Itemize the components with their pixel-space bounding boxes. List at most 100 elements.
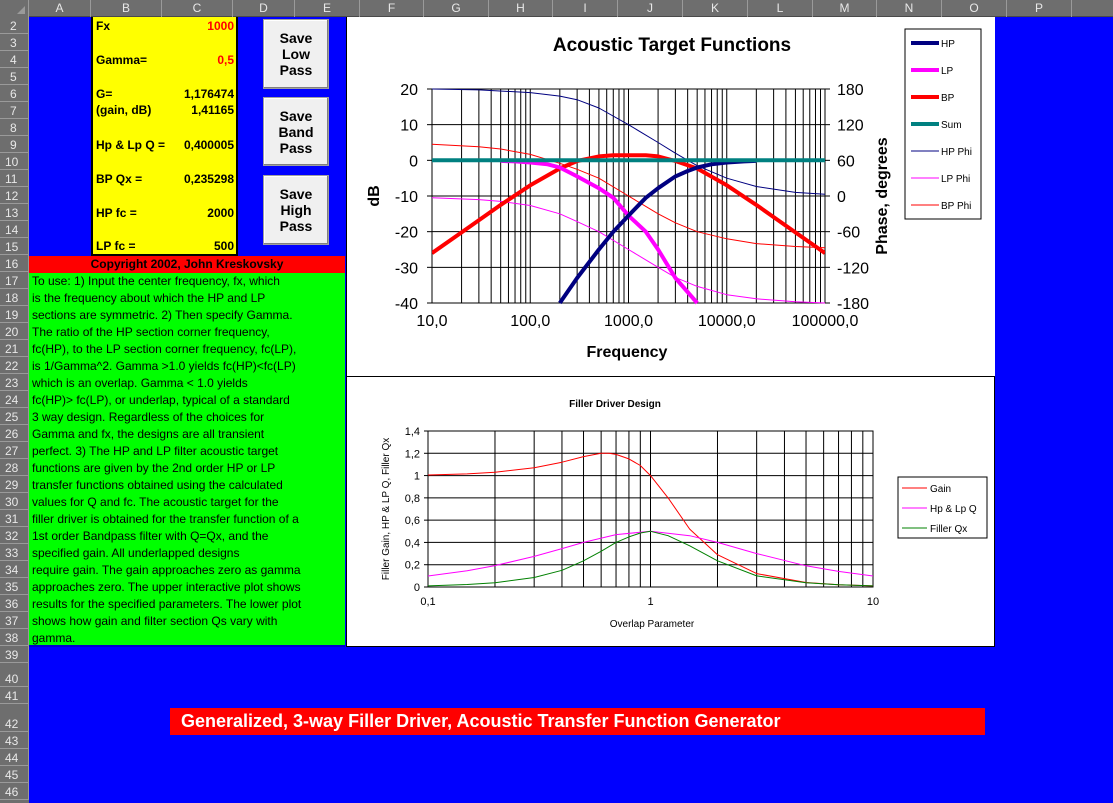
row-header-19[interactable]: 19 — [0, 306, 29, 323]
row-header-14[interactable]: 14 — [0, 221, 29, 238]
row-header-35[interactable]: 35 — [0, 578, 29, 595]
y-tick-label: 0 — [414, 582, 420, 594]
row-header-39[interactable]: 39 — [0, 646, 29, 663]
instruction-line: fc(HP)> fc(LP), or underlap, typical of … — [32, 393, 290, 407]
row-header-9[interactable]: 9 — [0, 136, 29, 153]
row-header-40[interactable]: 40 — [0, 663, 29, 687]
row-header-6[interactable]: 6 — [0, 85, 29, 102]
column-header-d[interactable]: D — [233, 0, 295, 17]
instruction-line: To use: 1) Input the center frequency, f… — [32, 274, 280, 288]
row-header-31[interactable]: 31 — [0, 510, 29, 527]
gamma-input-cell[interactable]: 0,5 — [217, 53, 234, 67]
save-band-pass-button[interactable]: Save Band Pass — [263, 97, 329, 166]
chart-title: Acoustic Target Functions — [553, 35, 791, 56]
row-header-29[interactable]: 29 — [0, 476, 29, 493]
row-header-8[interactable]: 8 — [0, 119, 29, 136]
y-tick-label: 1 — [414, 471, 420, 483]
column-header-m[interactable]: M — [813, 0, 877, 17]
column-header-e[interactable]: E — [295, 0, 360, 17]
row-header-2[interactable]: 2 — [0, 17, 29, 34]
column-header-l[interactable]: L — [748, 0, 813, 17]
instruction-line: 3 way design. Regardless of the choices … — [32, 410, 265, 424]
row-header-28[interactable]: 28 — [0, 459, 29, 476]
row-header-13[interactable]: 13 — [0, 204, 29, 221]
row-header-5[interactable]: 5 — [0, 68, 29, 85]
y2-tick-label: -60 — [837, 225, 860, 242]
row-header-27[interactable]: 27 — [0, 442, 29, 459]
column-header-a[interactable]: A — [29, 0, 91, 17]
row-header-44[interactable]: 44 — [0, 749, 29, 766]
save-high-pass-button[interactable]: Save High Pass — [263, 175, 329, 245]
y2-tick-label: 60 — [837, 153, 855, 170]
y-tick-label: 20 — [400, 82, 418, 99]
row-header-7[interactable]: 7 — [0, 102, 29, 119]
row-header-17[interactable]: 17 — [0, 272, 29, 289]
instruction-line: is 1/Gamma^2. Gamma >1.0 yields fc(HP)<f… — [32, 359, 296, 373]
column-header-j[interactable]: J — [618, 0, 683, 17]
select-all-corner[interactable] — [0, 0, 29, 17]
legend-label: HP — [941, 39, 955, 50]
row-header-37[interactable]: 37 — [0, 612, 29, 629]
instruction-line: fc(HP), to the LP section corner frequen… — [32, 342, 297, 356]
hp-fc-label: HP fc = — [96, 206, 137, 220]
row-header-21[interactable]: 21 — [0, 340, 29, 357]
legend-label: LP — [941, 66, 954, 77]
instruction-line: The ratio of the HP section corner frequ… — [32, 325, 270, 339]
legend-label: BP Phi — [941, 201, 971, 212]
row-header-25[interactable]: 25 — [0, 408, 29, 425]
column-header-c[interactable]: C — [162, 0, 233, 17]
bp-qx-value: 0,235298 — [183, 172, 234, 186]
row-header-11[interactable]: 11 — [0, 170, 29, 187]
row-header-15[interactable]: 15 — [0, 238, 29, 255]
legend-label: Sum — [941, 120, 962, 131]
x-tick-label: 0,1 — [420, 596, 435, 608]
y-tick-label: 0,4 — [405, 537, 420, 549]
instruction-line: shows how gain and filter section Qs var… — [32, 614, 278, 628]
row-header-34[interactable]: 34 — [0, 561, 29, 578]
y-tick-label: 1,4 — [405, 426, 420, 438]
row-header-38[interactable]: 38 — [0, 629, 29, 646]
row-header-4[interactable]: 4 — [0, 51, 29, 68]
column-header-k[interactable]: K — [683, 0, 748, 17]
legend-label: HP Phi — [941, 147, 972, 158]
column-header-g[interactable]: G — [424, 0, 489, 17]
row-header-45[interactable]: 45 — [0, 766, 29, 783]
save-low-pass-button[interactable]: Save Low Pass — [263, 19, 329, 89]
filler-driver-design-chart[interactable]: Filler Driver Design 1,4 1,2 1 0,8 0,6 0,4 0,2 0… — [346, 376, 995, 647]
lp-fc-value: 500 — [213, 239, 234, 253]
row-header-10[interactable]: 10 — [0, 153, 29, 170]
column-header-f[interactable]: F — [360, 0, 424, 17]
y2-tick-label: 180 — [837, 82, 864, 99]
copyright-banner: Copyright 2002, John Kreskovsky — [29, 256, 345, 273]
column-header-b[interactable]: B — [91, 0, 162, 17]
column-header-p[interactable]: P — [1007, 0, 1072, 17]
row-header-20[interactable]: 20 — [0, 323, 29, 340]
row-header-42[interactable]: 42 — [0, 704, 29, 732]
row-header-23[interactable]: 23 — [0, 374, 29, 391]
instruction-line: require gain. The gain approaches zero a… — [32, 563, 301, 577]
column-header-n[interactable]: N — [877, 0, 942, 17]
y-tick-label: 0,8 — [405, 493, 420, 505]
row-header-41[interactable]: 41 — [0, 687, 29, 704]
row-header-18[interactable]: 18 — [0, 289, 29, 306]
row-header-36[interactable]: 36 — [0, 595, 29, 612]
row-header-22[interactable]: 22 — [0, 357, 29, 374]
column-header-o[interactable]: O — [942, 0, 1007, 17]
row-header-3[interactable]: 3 — [0, 34, 29, 51]
row-header-24[interactable]: 24 — [0, 391, 29, 408]
row-header-43[interactable]: 43 — [0, 732, 29, 749]
x-tick-label: 100000,0 — [792, 313, 859, 330]
row-header-12[interactable]: 12 — [0, 187, 29, 204]
row-header-32[interactable]: 32 — [0, 527, 29, 544]
column-header-h[interactable]: H — [489, 0, 553, 17]
legend-label: BP — [941, 93, 955, 104]
row-header-26[interactable]: 26 — [0, 425, 29, 442]
column-header-i[interactable]: I — [553, 0, 618, 17]
row-header-46[interactable]: 46 — [0, 783, 29, 800]
row-header-30[interactable]: 30 — [0, 493, 29, 510]
y-tick-label: 0 — [409, 153, 418, 170]
row-header-16[interactable]: 16 — [0, 255, 29, 272]
row-header-33[interactable]: 33 — [0, 544, 29, 561]
acoustic-target-chart[interactable]: Acoustic Target Functions 20 10 0 -10 -20 -30 -… — [346, 17, 995, 377]
fx-input-cell[interactable]: 1000 — [207, 19, 234, 33]
